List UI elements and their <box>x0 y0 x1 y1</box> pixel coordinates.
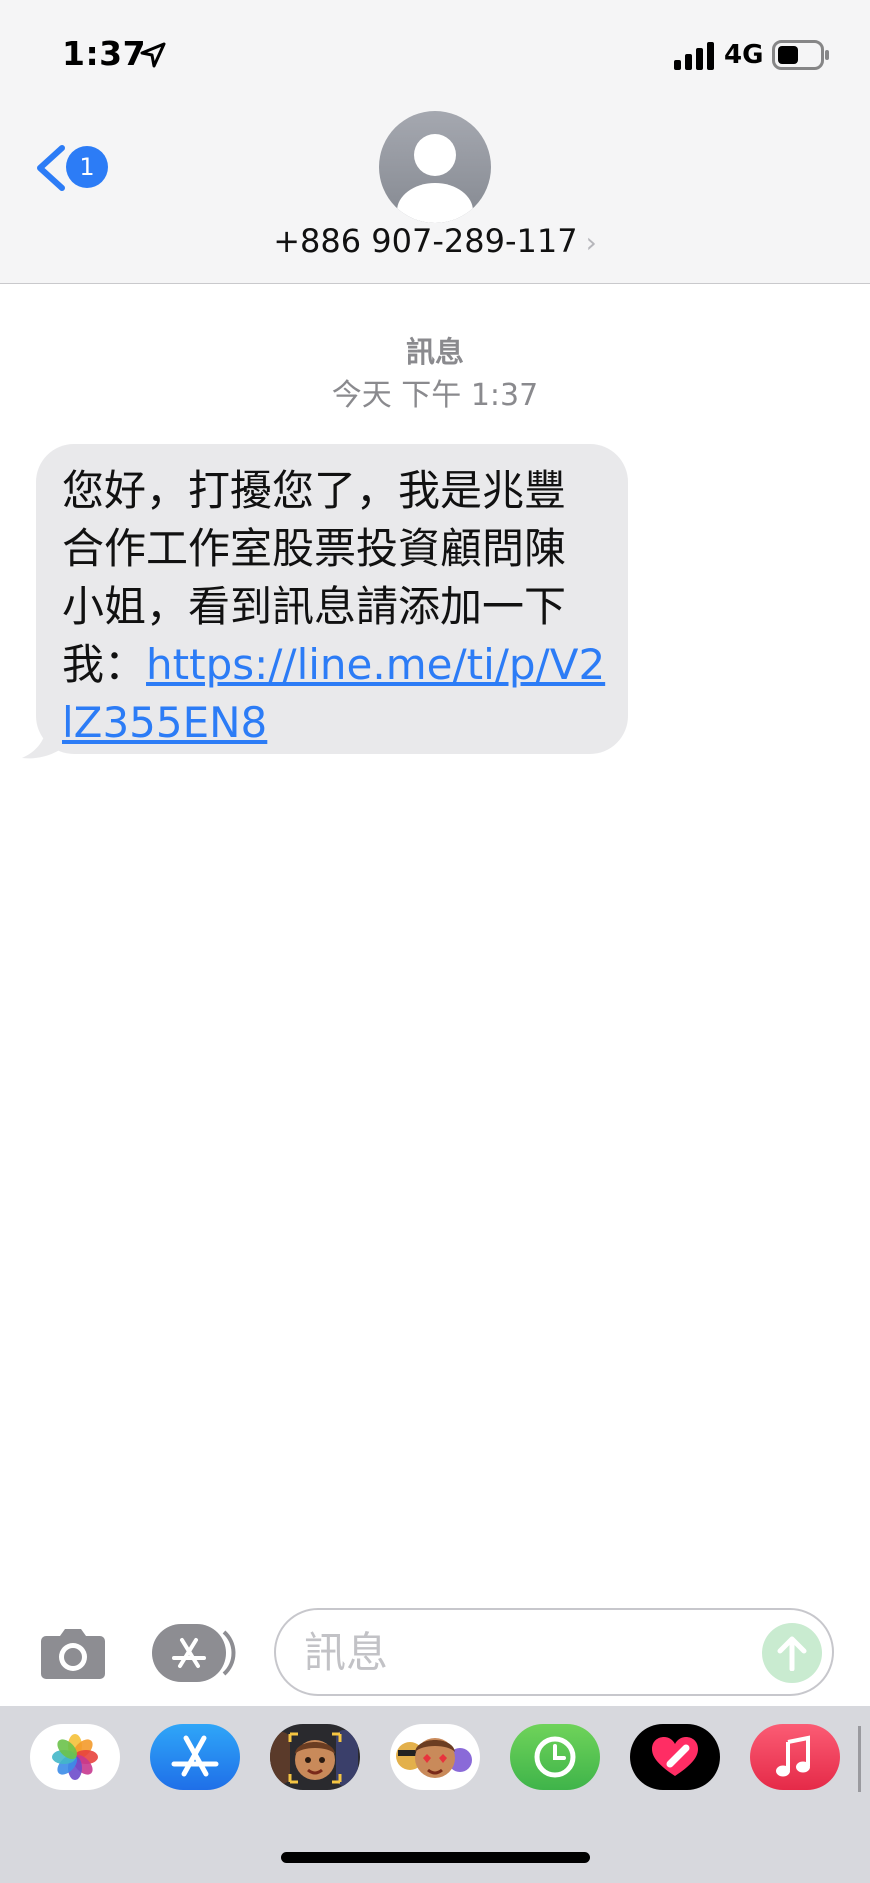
camera-icon[interactable] <box>40 1626 106 1680</box>
animoji-icon <box>390 1724 480 1790</box>
chevron-left-icon <box>37 145 65 191</box>
back-button[interactable]: 1 <box>32 140 112 196</box>
clock-icon <box>510 1724 600 1790</box>
contact-avatar[interactable] <box>379 111 491 223</box>
music-app[interactable] <box>750 1724 840 1790</box>
memoji-icon <box>270 1724 360 1790</box>
memoji-app[interactable] <box>270 1724 360 1790</box>
digital-touch-icon <box>630 1724 720 1790</box>
battery-icon <box>772 40 829 70</box>
message-body: 您好，打擾您了，我是兆豐合作工作室股票投資顧問陳小姐，看到訊息請添加一下我：ht… <box>36 444 628 754</box>
app-store-icon[interactable] <box>152 1624 240 1682</box>
contact-name[interactable]: +886 907-289-117 › <box>0 222 870 260</box>
photos-icon <box>30 1724 120 1790</box>
unread-badge: 1 <box>66 146 108 188</box>
network-type: 4G <box>724 40 764 70</box>
signal-icon <box>674 42 714 70</box>
conversation-header: 1:37 4G 1 +886 907-289-117 › <box>0 0 870 284</box>
chevron-right-icon: › <box>585 226 597 259</box>
status-time: 1:37 <box>62 34 147 73</box>
app-store-app[interactable] <box>150 1724 240 1790</box>
home-indicator[interactable] <box>281 1852 590 1863</box>
message-input[interactable] <box>274 1608 834 1696</box>
digital-touch-app[interactable] <box>630 1724 720 1790</box>
arrow-up-icon <box>777 1636 807 1671</box>
clock-app[interactable] <box>510 1724 600 1790</box>
message-bubble-received: 您好，打擾您了，我是兆豐合作工作室股票投資顧問陳小姐，看到訊息請添加一下我：ht… <box>22 444 632 759</box>
service-label: 訊息 <box>405 335 464 369</box>
location-arrow-icon <box>140 42 166 68</box>
send-button[interactable] <box>762 1623 822 1683</box>
animoji-app[interactable] <box>390 1724 480 1790</box>
contact-number: +886 907-289-117 <box>273 222 578 260</box>
drawer-scroll-edge <box>858 1726 861 1792</box>
app-store-icon <box>150 1724 240 1790</box>
message-timestamp: 今天 下午 1:37 <box>331 378 539 413</box>
music-icon <box>750 1724 840 1790</box>
photos-app[interactable] <box>30 1724 120 1790</box>
